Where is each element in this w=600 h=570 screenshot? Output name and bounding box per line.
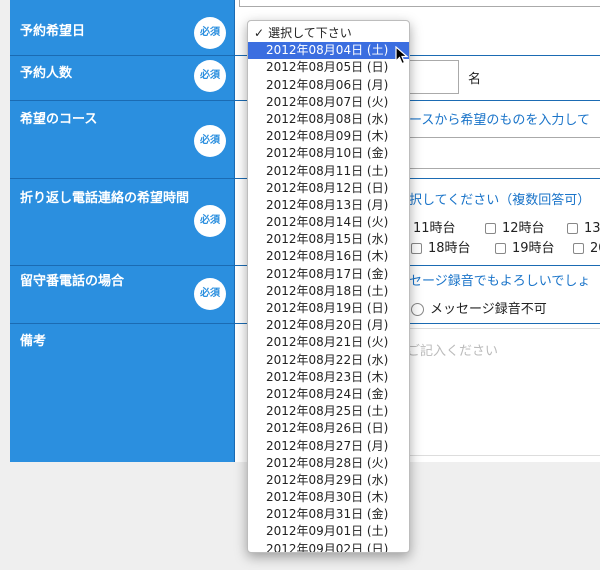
date-option[interactable]: 2012年08月09日 (木) (248, 128, 409, 145)
row-label: 留守番電話の場合 (20, 274, 125, 289)
checkbox[interactable] (573, 243, 584, 254)
date-option[interactable]: 2012年08月08日 (水) (248, 111, 409, 128)
date-option[interactable]: 2012年08月11日 (土) (248, 163, 409, 180)
radio-button[interactable] (411, 303, 424, 316)
date-option[interactable]: 2012年09月02日 (日) (248, 541, 409, 552)
time-check-18[interactable]: 18時台 (411, 237, 471, 256)
label-cell: 予約人数 必須 (10, 56, 234, 100)
date-option[interactable]: 2012年08月05日 (日) (248, 59, 409, 76)
time-check-20[interactable]: 20時 (573, 237, 600, 256)
date-option[interactable]: 2012年08月22日 (水) (248, 352, 409, 369)
date-option[interactable]: 2012年08月21日 (火) (248, 334, 409, 351)
voicemail-option-no-message[interactable]: メッセージ録音不可 (411, 298, 547, 317)
time-check-12[interactable]: 12時台 (485, 217, 545, 236)
required-badge: 必須 (194, 17, 226, 49)
label-cell: 予約希望日 必須 (10, 0, 234, 55)
time-check-13[interactable]: 13時 (567, 217, 600, 236)
date-option[interactable]: 2012年08月07日 (火) (248, 94, 409, 111)
row-label: 予約人数 (20, 66, 73, 81)
row-label: 折り返し電話連絡の希望時間 (20, 191, 190, 206)
required-badge: 必須 (194, 60, 226, 92)
date-option[interactable]: 2012年08月29日 (水) (248, 472, 409, 489)
date-option[interactable]: 2012年08月25日 (土) (248, 403, 409, 420)
date-option[interactable]: 2012年08月26日 (日) (248, 420, 409, 437)
voicemail-hint: セージ録音でもよろしいでしょ (409, 274, 591, 289)
date-option[interactable]: 2012年08月04日 (土) (248, 42, 409, 60)
date-option[interactable]: 2012年08月10日 (金) (248, 145, 409, 162)
required-badge: 必須 (194, 205, 226, 237)
date-option[interactable]: 2012年08月12日 (日) (248, 180, 409, 197)
checkbox[interactable] (411, 243, 422, 254)
dropdown-placeholder-option[interactable]: ✓ 選択して下さい (248, 25, 409, 42)
notes-placeholder: ご記入ください (407, 344, 499, 359)
date-option[interactable]: 2012年08月27日 (月) (248, 438, 409, 455)
mouse-pointer-icon (395, 46, 409, 65)
date-option[interactable]: 2012年08月24日 (金) (248, 386, 409, 403)
date-option[interactable]: 2012年08月18日 (土) (248, 283, 409, 300)
course-hint: ースから希望のものを入力して (409, 113, 590, 128)
label-cell: 留守番電話の場合 必須 (10, 266, 234, 323)
date-option[interactable]: 2012年08月19日 (日) (248, 300, 409, 317)
label-cell: 希望のコース 必須 (10, 101, 234, 178)
row-label: 希望のコース (20, 112, 98, 127)
row-label: 予約希望日 (20, 24, 86, 39)
checkbox[interactable] (495, 243, 506, 254)
party-size-unit: 名 (468, 72, 482, 87)
date-option[interactable]: 2012年08月28日 (火) (248, 455, 409, 472)
date-option[interactable]: 2012年08月06日 (月) (248, 77, 409, 94)
row-label: 備考 (20, 334, 47, 349)
checkbox[interactable] (567, 223, 578, 234)
date-option[interactable]: 2012年08月20日 (月) (248, 317, 409, 334)
date-option[interactable]: 2012年08月13日 (月) (248, 197, 409, 214)
date-option[interactable]: 2012年08月17日 (金) (248, 266, 409, 283)
checkbox[interactable] (485, 223, 496, 234)
dropdown-option-list: 2012年08月04日 (土) 2012年08月05日 (日) 2012年08月06… (248, 42, 409, 552)
course-input[interactable] (385, 137, 600, 169)
date-option[interactable]: 2012年08月14日 (火) (248, 214, 409, 231)
date-option[interactable]: 2012年08月15日 (水) (248, 231, 409, 248)
date-option[interactable]: 2012年08月23日 (木) (248, 369, 409, 386)
label-cell: 折り返し電話連絡の希望時間 必須 (10, 179, 234, 265)
label-cell: 備考 (10, 324, 234, 462)
required-badge: 必須 (194, 278, 226, 310)
callback-time-hint: 択してください（複数回答可） (409, 193, 591, 208)
date-option[interactable]: 2012年08月16日 (木) (248, 248, 409, 265)
time-check-19[interactable]: 19時台 (495, 237, 555, 256)
date-dropdown-menu[interactable]: ✓ 選択して下さい 2012年08月04日 (土) 2012年08月05日 (日) 2… (247, 20, 410, 553)
required-badge: 必須 (194, 125, 226, 157)
date-option[interactable]: 2012年09月01日 (土) (248, 523, 409, 540)
time-check-11[interactable]: 11時台 (413, 217, 456, 236)
date-option[interactable]: 2012年08月30日 (木) (248, 489, 409, 506)
date-option[interactable]: 2012年08月31日 (金) (248, 506, 409, 523)
checkmark-icon: ✓ (254, 26, 265, 40)
date-select-edge[interactable] (239, 0, 600, 7)
